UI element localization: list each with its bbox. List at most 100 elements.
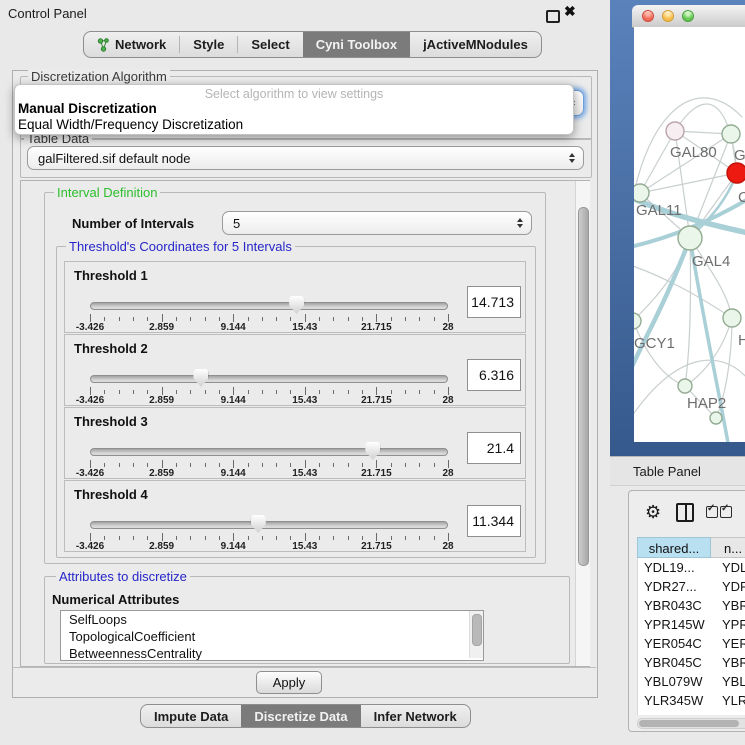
table-row[interactable]: YDL19...YDL1	[638, 558, 745, 577]
table-horizontal-scrollbar[interactable]	[637, 718, 745, 729]
zoom-window-icon[interactable]	[682, 10, 694, 22]
network-node-gcy1[interactable]	[634, 313, 641, 329]
table-row[interactable]: YPR145WYPR1	[638, 615, 745, 634]
node-label: HAP2	[687, 395, 726, 412]
cell-name[interactable]: YLR3	[712, 691, 745, 710]
network-edge[interactable]	[634, 321, 685, 386]
axis-tick-label: 15.43	[292, 395, 317, 406]
cell-name[interactable]: YBR0	[712, 653, 745, 672]
network-node-gal11[interactable]	[634, 184, 649, 202]
checkbox-icon[interactable]	[720, 506, 732, 518]
threshold-value-field[interactable]: 11.344	[467, 505, 521, 537]
numerical-attributes-list[interactable]: SelfLoopsTopologicalCoefficientBetweenne…	[60, 610, 484, 661]
cell-shared-name[interactable]: YPR145W	[638, 615, 712, 634]
network-canvas[interactable]: GAL80GACGAL11GAL4GCY1HHAP2	[634, 27, 745, 442]
table-data-combobox[interactable]: galFiltered.sif default node	[27, 146, 584, 170]
slider-track[interactable]	[90, 302, 448, 310]
scrollbar-thumb[interactable]	[472, 614, 482, 646]
network-node-h[interactable]	[723, 309, 741, 327]
float-window-icon[interactable]	[546, 10, 560, 23]
table-row[interactable]: YBL079WYBL0	[638, 672, 745, 691]
network-node-hap2[interactable]	[678, 379, 692, 393]
attributes-scrollbar[interactable]	[469, 611, 483, 658]
column-header-shared-name[interactable]: shared...	[637, 537, 711, 558]
table-row[interactable]: YBR043CYBR0	[638, 596, 745, 615]
network-node-gal80[interactable]	[666, 122, 684, 140]
slider-thumb[interactable]	[193, 369, 208, 387]
table-row[interactable]: YLR345WYLR3	[638, 691, 745, 710]
attribute-list-item[interactable]: TopologicalCoefficient	[61, 628, 483, 645]
threshold-value-field[interactable]: 14.713	[467, 286, 521, 318]
network-window-titlebar[interactable]	[632, 5, 745, 28]
cell-shared-name[interactable]: YDR27...	[638, 577, 712, 596]
tab-label: Cyni Toolbox	[316, 37, 397, 52]
cell-shared-name[interactable]: YBR043C	[638, 596, 712, 615]
network-node-ga[interactable]	[722, 125, 740, 143]
slider-track[interactable]	[90, 448, 448, 456]
node-label: C	[738, 189, 745, 206]
algorithm-option-manual[interactable]: Manual Discretization	[18, 101, 157, 116]
table-row[interactable]: YIL053CYIL0	[638, 710, 745, 715]
column-header-name[interactable]: n...	[711, 537, 745, 558]
tab-label: Network	[115, 37, 166, 52]
minimize-window-icon[interactable]	[662, 10, 674, 22]
cell-shared-name[interactable]: YBL079W	[638, 672, 712, 691]
network-edge[interactable]	[685, 318, 732, 386]
table-row[interactable]: YDR27...YDR2	[638, 577, 745, 596]
axis-tick-label: 2.859	[149, 395, 174, 406]
network-edge[interactable]	[640, 131, 675, 193]
tab-label: Infer Network	[374, 709, 457, 724]
attribute-list-item[interactable]: SelfLoops	[61, 611, 483, 628]
table-row[interactable]: YER054CYER0	[638, 634, 745, 653]
scrollbar-thumb[interactable]	[639, 720, 739, 727]
tab-impute-data[interactable]: Impute Data	[141, 705, 241, 727]
close-window-icon[interactable]	[642, 10, 654, 22]
threshold-value-field[interactable]: 6.316	[467, 359, 521, 391]
attribute-list-item[interactable]: BetweennessCentrality	[61, 645, 483, 661]
cell-name[interactable]: YDR2	[712, 577, 745, 596]
tab-label: Select	[251, 37, 289, 52]
cell-name[interactable]: YDL1	[712, 558, 745, 577]
tab-network[interactable]: Network	[84, 32, 179, 57]
gear-icon[interactable]: ⚙	[645, 503, 661, 521]
network-node-c[interactable]	[727, 163, 745, 183]
cell-name[interactable]: YBL0	[712, 672, 745, 691]
cell-shared-name[interactable]: YIL053C	[638, 710, 712, 715]
cell-shared-name[interactable]: YBR045C	[638, 653, 712, 672]
tab-discretize-data[interactable]: Discretize Data	[241, 705, 360, 727]
network-edge[interactable]	[634, 265, 732, 318]
checkbox-icon[interactable]	[706, 506, 718, 518]
tab-style[interactable]: Style	[180, 32, 237, 57]
number-of-intervals-combobox[interactable]: 5	[222, 211, 532, 235]
tab-jactivemnodules[interactable]: jActiveMNodules	[410, 32, 541, 57]
table-panel: ⚙ shared... n... YDL19...YDL1YDR27...YDR…	[628, 490, 745, 732]
slider-thumb[interactable]	[365, 442, 380, 460]
tab-cyni-toolbox[interactable]: Cyni Toolbox	[303, 32, 410, 57]
tab-infer-network[interactable]: Infer Network	[361, 705, 470, 727]
slider-track[interactable]	[90, 521, 448, 529]
columns-icon[interactable]	[676, 503, 694, 522]
cell-name[interactable]: YBR0	[712, 596, 745, 615]
algorithm-option-equal-width[interactable]: Equal Width/Frequency Discretization	[18, 117, 243, 132]
cell-shared-name[interactable]: YDL19...	[638, 558, 712, 577]
node-label: H	[738, 332, 745, 349]
slider-thumb[interactable]	[289, 296, 304, 314]
network-graph: GAL80GACGAL11GAL4GCY1HHAP2	[634, 27, 745, 442]
tab-select[interactable]: Select	[238, 32, 302, 57]
table-row[interactable]: YBR045CYBR0	[638, 653, 745, 672]
cell-name[interactable]: YIL0	[712, 710, 745, 715]
slider-thumb[interactable]	[251, 515, 266, 533]
close-icon[interactable]: ✖	[564, 3, 576, 20]
scrollbar-thumb[interactable]	[578, 207, 589, 566]
apply-button[interactable]: Apply	[256, 671, 322, 694]
slider-track[interactable]	[90, 375, 448, 383]
algorithm-placeholder-option[interactable]: Select algorithm to view settings	[15, 87, 573, 101]
settings-vertical-scrollbar[interactable]	[575, 181, 590, 666]
cell-name[interactable]: YPR1	[712, 615, 745, 634]
cell-name[interactable]: YER0	[712, 634, 745, 653]
network-node-gal4[interactable]	[678, 226, 702, 250]
cell-shared-name[interactable]: YLR345W	[638, 691, 712, 710]
cell-shared-name[interactable]: YER054C	[638, 634, 712, 653]
threshold-value-field[interactable]: 21.4	[467, 432, 521, 464]
network-node[interactable]	[710, 412, 722, 424]
